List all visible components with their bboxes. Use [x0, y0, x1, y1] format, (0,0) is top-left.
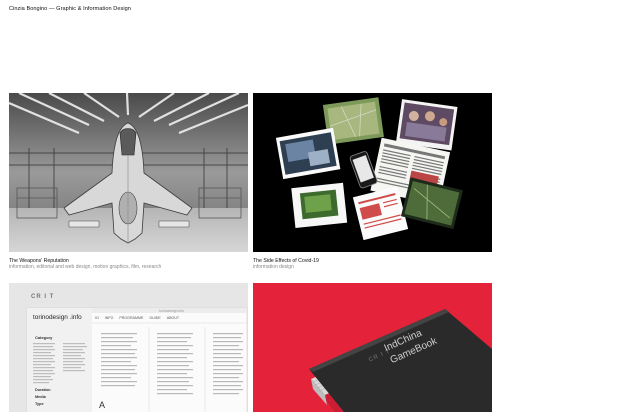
project-image-fighter-jet[interactable] [9, 93, 248, 252]
nav-item: ABOUT [166, 316, 180, 320]
project-card-gamebook[interactable]: CR I T IndChina GameBook [253, 283, 492, 412]
site-title[interactable]: Cinzia Bongino — Graphic & Information D… [9, 6, 131, 12]
sidebar-footer-item: Duration [35, 388, 51, 392]
nav-item: GUIDE [149, 316, 161, 320]
nav-item: IO [95, 316, 99, 320]
sidebar-heading: Category [35, 335, 53, 340]
sidebar-footer-item: Type [35, 402, 44, 406]
project-card-covid[interactable]: The Side Effects of Covid-19 information… [253, 93, 492, 270]
project-tags: information, editorial and web design, m… [9, 264, 162, 271]
site-logo: torinodesign .info [33, 314, 82, 321]
project-image-book[interactable]: CR I T IndChina GameBook [253, 283, 492, 412]
nav-item: INFO [104, 316, 114, 320]
big-letter: A [99, 400, 106, 410]
project-image-collage[interactable] [253, 93, 492, 252]
project-card-weapons[interactable]: The Weapons' Reputation information, edi… [9, 93, 248, 270]
project-image-website-mock[interactable]: CR I T torinodesign .info torinodesign.i… [9, 283, 248, 412]
brand-mark: CR I T [31, 294, 55, 300]
mock-nav: IO INFO PROGRAMME GUIDE ABOUT [95, 316, 179, 320]
project-tags: information design [253, 264, 294, 271]
sidebar-footer-item: Media [35, 395, 46, 399]
address-bar: torinodesign.info [159, 309, 184, 313]
project-card-torinodesign[interactable]: CR I T torinodesign .info torinodesign.i… [9, 283, 248, 412]
nav-item: PROGRAMME [119, 316, 144, 320]
